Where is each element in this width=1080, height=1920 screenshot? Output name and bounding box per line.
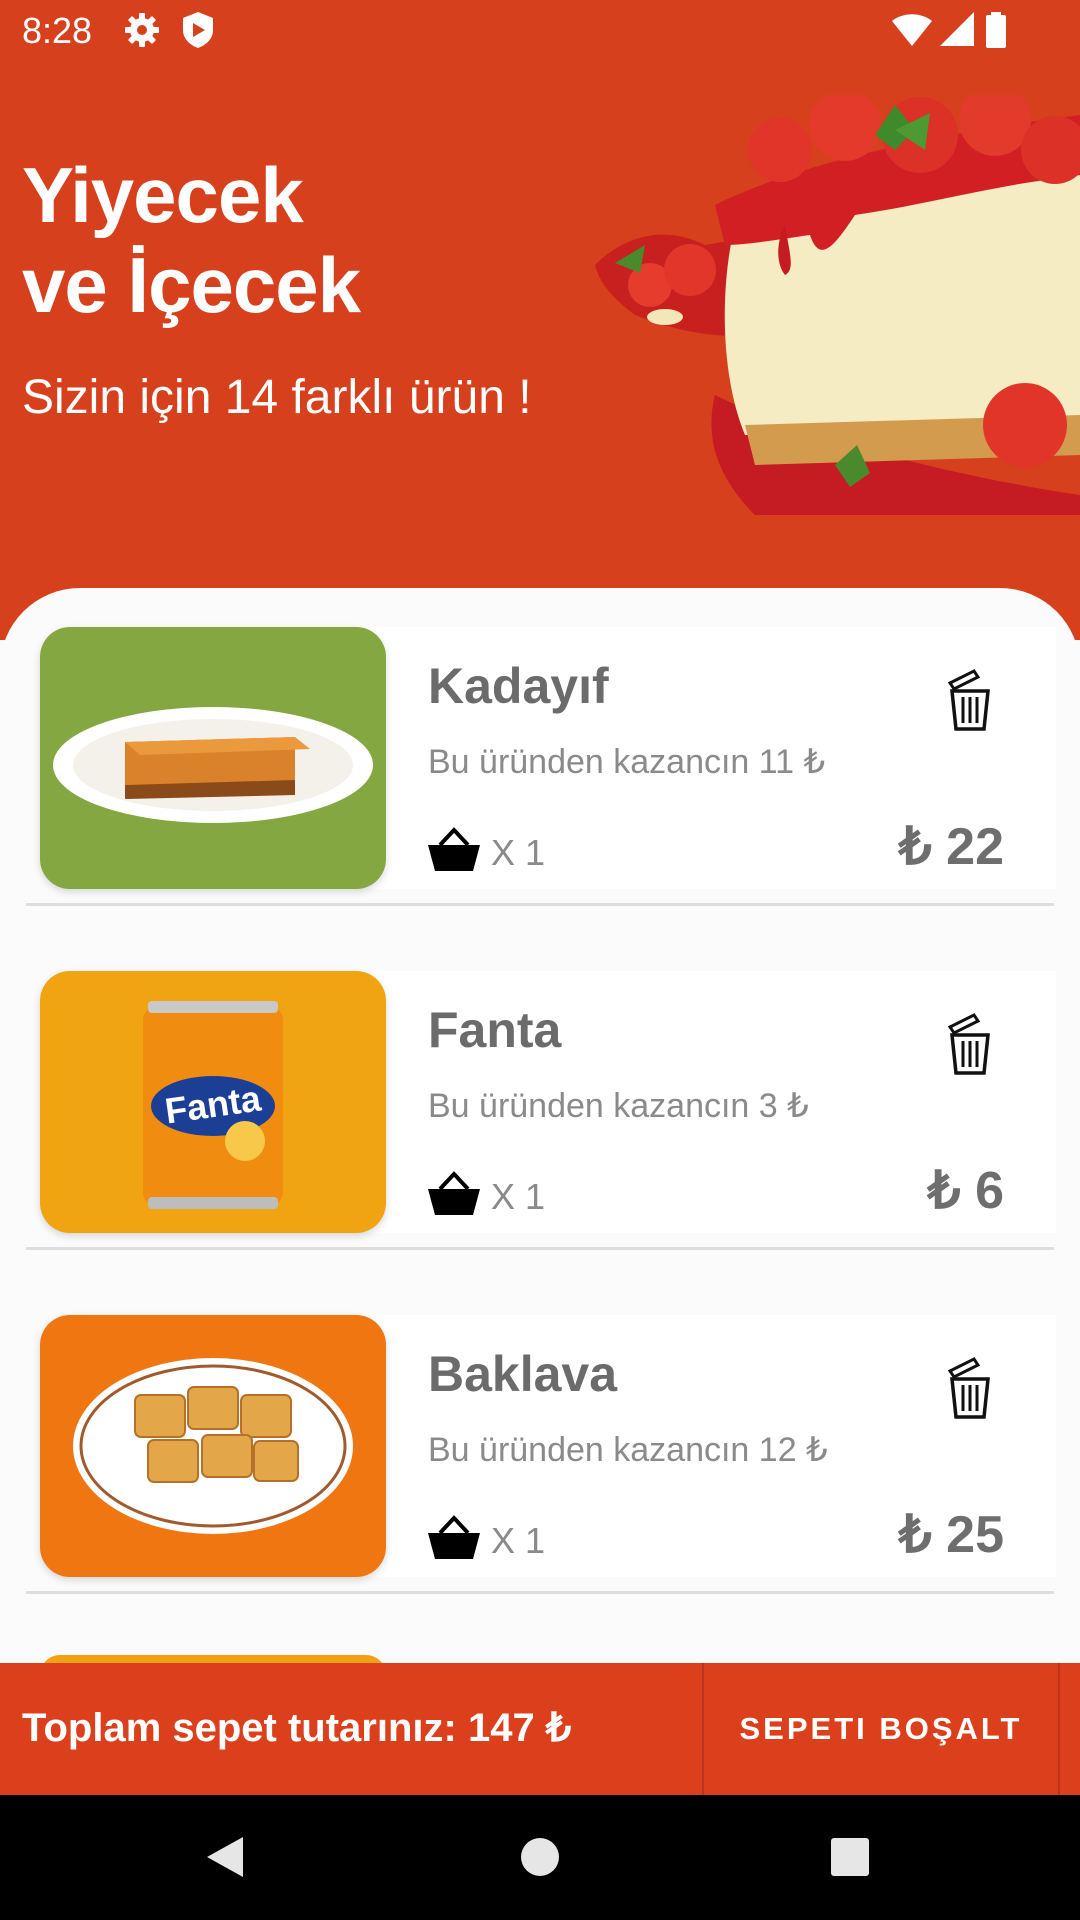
item-name: Baklava xyxy=(428,1346,618,1402)
wifi-icon xyxy=(892,14,932,46)
item-name: Fanta xyxy=(428,1002,562,1058)
divider xyxy=(26,1247,1054,1250)
header: 8:28 Yiyecek ve İçecek Sizin için 14 far… xyxy=(0,0,1080,640)
divider xyxy=(26,903,1054,906)
basket-icon xyxy=(428,1515,480,1559)
item-quantity: X 1 xyxy=(491,832,546,873)
cart-footer: Toplam sepet tutarınız: 147 ₺ SEPETI BOŞ… xyxy=(0,1663,1080,1795)
item-price: ₺ 25 xyxy=(898,1506,1004,1564)
trash-icon[interactable] xyxy=(944,1357,996,1419)
clear-cart-button[interactable]: SEPETI BOŞALT xyxy=(702,1663,1060,1795)
item-image xyxy=(40,1315,386,1577)
item-earning: Bu üründen kazancın 12 ₺ xyxy=(428,1431,828,1469)
item-quantity: X 1 xyxy=(491,1176,546,1217)
item-earning: Bu üründen kazancın 11 ₺ xyxy=(428,743,826,781)
home-icon[interactable] xyxy=(520,1835,560,1879)
list-item[interactable]: Kadayıf Bu üründen kazancın 11 ₺ X 1 ₺ 2… xyxy=(26,627,1056,906)
settings-icon xyxy=(125,13,159,47)
navigation-bar xyxy=(0,1795,1080,1920)
item-image xyxy=(40,627,386,889)
status-time: 8:28 xyxy=(22,10,93,51)
item-earning: Bu üründen kazancın 3 ₺ xyxy=(428,1087,809,1125)
kadayif-image xyxy=(53,707,373,823)
status-bar: 8:28 xyxy=(0,0,1080,62)
page-title-line-2: ve İçecek xyxy=(22,241,361,329)
page-subtitle: Sizin için 14 farklı ürün ! xyxy=(22,371,532,424)
basket-icon xyxy=(428,827,480,871)
item-price: ₺ 6 xyxy=(927,1162,1004,1220)
baklava-image xyxy=(73,1358,353,1534)
list-item[interactable]: Fanta Fanta Bu üründen kazancın 3 ₺ X 1 … xyxy=(26,971,1056,1250)
item-image: Fanta xyxy=(40,971,386,1233)
page-title-line-1: Yiyecek xyxy=(22,151,304,239)
signal-icon xyxy=(940,12,974,46)
page-title: Yiyecek ve İçecek xyxy=(22,150,361,330)
item-name: Kadayıf xyxy=(428,658,609,714)
trash-icon[interactable] xyxy=(944,1013,996,1075)
cheesecake-image xyxy=(595,95,1080,515)
recents-icon[interactable] xyxy=(830,1835,870,1879)
item-price: ₺ 22 xyxy=(898,818,1004,876)
trash-icon[interactable] xyxy=(944,669,996,731)
item-quantity: X 1 xyxy=(491,1520,546,1561)
battery-icon xyxy=(986,12,1006,48)
cart-total: Toplam sepet tutarınız: 147 ₺ xyxy=(22,1706,572,1750)
shield-icon xyxy=(183,12,213,48)
list-item[interactable]: Baklava Bu üründen kazancın 12 ₺ X 1 ₺ 2… xyxy=(26,1315,1056,1594)
divider xyxy=(26,1591,1054,1594)
fanta-can-image: Fanta xyxy=(143,1001,283,1209)
back-icon[interactable] xyxy=(205,1835,245,1879)
basket-icon xyxy=(428,1171,480,1215)
